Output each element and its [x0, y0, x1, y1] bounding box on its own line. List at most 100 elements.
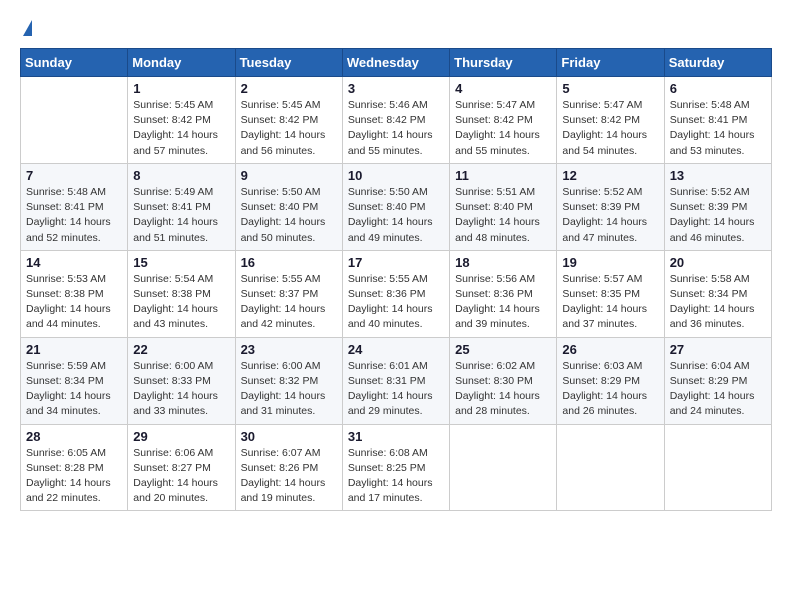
weekday-header-tuesday: Tuesday: [235, 49, 342, 77]
weekday-header-friday: Friday: [557, 49, 664, 77]
day-detail: Sunrise: 5:53 AMSunset: 8:38 PMDaylight:…: [26, 272, 122, 333]
day-detail: Sunrise: 6:00 AMSunset: 8:32 PMDaylight:…: [241, 359, 337, 420]
calendar-cell: 30 Sunrise: 6:07 AMSunset: 8:26 PMDayligh…: [235, 424, 342, 511]
day-detail: Sunrise: 5:48 AMSunset: 8:41 PMDaylight:…: [26, 185, 122, 246]
calendar-cell: 22Sunrise: 6:00 AMSunset: 8:33 PMDayligh…: [128, 337, 235, 424]
day-number: 4: [455, 81, 551, 96]
day-number: 31: [348, 429, 444, 444]
day-number: 8: [133, 168, 229, 183]
calendar-cell: 23 Sunrise: 6:00 AMSunset: 8:32 PMDayligh…: [235, 337, 342, 424]
calendar-cell: 17Sunrise: 5:55 AMSunset: 8:36 PMDayligh…: [342, 250, 449, 337]
calendar-cell: 2 Sunrise: 5:45 AMSunset: 8:42 PMDaylight…: [235, 77, 342, 164]
day-detail: Sunrise: 5:56 AMSunset: 8:36 PMDaylight:…: [455, 272, 551, 333]
day-detail: Sunrise: 6:08 AMSunset: 8:25 PMDaylight:…: [348, 446, 444, 507]
day-detail: Sunrise: 5:47 AMSunset: 8:42 PMDaylight:…: [562, 98, 658, 159]
day-detail: Sunrise: 6:04 AMSunset: 8:29 PMDaylight:…: [670, 359, 766, 420]
day-detail: Sunrise: 6:06 AMSunset: 8:27 PMDaylight:…: [133, 446, 229, 507]
day-number: 3: [348, 81, 444, 96]
calendar-cell: 25 Sunrise: 6:02 AMSunset: 8:30 PMDayligh…: [450, 337, 557, 424]
day-number: 7: [26, 168, 122, 183]
day-detail: Sunrise: 5:55 AMSunset: 8:36 PMDaylight:…: [348, 272, 444, 333]
calendar-cell: 3Sunrise: 5:46 AMSunset: 8:42 PMDaylight…: [342, 77, 449, 164]
day-detail: Sunrise: 6:05 AMSunset: 8:28 PMDaylight:…: [26, 446, 122, 507]
day-number: 5: [562, 81, 658, 96]
day-detail: Sunrise: 5:52 AMSunset: 8:39 PMDaylight:…: [562, 185, 658, 246]
calendar-cell: 28 Sunrise: 6:05 AMSunset: 8:28 PMDayligh…: [21, 424, 128, 511]
calendar-cell: 31 Sunrise: 6:08 AMSunset: 8:25 PMDayligh…: [342, 424, 449, 511]
day-detail: Sunrise: 5:55 AMSunset: 8:37 PMDaylight:…: [241, 272, 337, 333]
day-number: 11: [455, 168, 551, 183]
calendar-cell: 15 Sunrise: 5:54 AMSunset: 8:38 PMDayligh…: [128, 250, 235, 337]
calendar-cell: 8 Sunrise: 5:49 AMSunset: 8:41 PMDaylight…: [128, 163, 235, 250]
day-detail: Sunrise: 5:51 AMSunset: 8:40 PMDaylight:…: [455, 185, 551, 246]
calendar-cell: 26 Sunrise: 6:03 AMSunset: 8:29 PMDayligh…: [557, 337, 664, 424]
calendar-cell: 24 Sunrise: 6:01 AMSunset: 8:31 PMDayligh…: [342, 337, 449, 424]
calendar-cell: 5 Sunrise: 5:47 AMSunset: 8:42 PMDaylight…: [557, 77, 664, 164]
day-detail: Sunrise: 5:57 AMSunset: 8:35 PMDaylight:…: [562, 272, 658, 333]
day-detail: Sunrise: 5:58 AMSunset: 8:34 PMDaylight:…: [670, 272, 766, 333]
calendar-cell: 19Sunrise: 5:57 AMSunset: 8:35 PMDayligh…: [557, 250, 664, 337]
day-detail: Sunrise: 5:48 AMSunset: 8:41 PMDaylight:…: [670, 98, 766, 159]
day-detail: Sunrise: 5:54 AMSunset: 8:38 PMDaylight:…: [133, 272, 229, 333]
day-number: 23: [241, 342, 337, 357]
calendar-header-row: SundayMondayTuesdayWednesdayThursdayFrid…: [21, 49, 772, 77]
calendar-cell: 13 Sunrise: 5:52 AMSunset: 8:39 PMDayligh…: [664, 163, 771, 250]
calendar-cell: 9 Sunrise: 5:50 AMSunset: 8:40 PMDaylight…: [235, 163, 342, 250]
calendar-week-row: 21Sunrise: 5:59 AMSunset: 8:34 PMDayligh…: [21, 337, 772, 424]
calendar-cell: [450, 424, 557, 511]
calendar-table: SundayMondayTuesdayWednesdayThursdayFrid…: [20, 48, 772, 511]
day-number: 29: [133, 429, 229, 444]
header: [20, 20, 772, 38]
day-detail: Sunrise: 6:03 AMSunset: 8:29 PMDaylight:…: [562, 359, 658, 420]
calendar-cell: 21Sunrise: 5:59 AMSunset: 8:34 PMDayligh…: [21, 337, 128, 424]
weekday-header-monday: Monday: [128, 49, 235, 77]
calendar-cell: 10 Sunrise: 5:50 AMSunset: 8:40 PMDayligh…: [342, 163, 449, 250]
day-number: 27: [670, 342, 766, 357]
calendar-cell: 29 Sunrise: 6:06 AMSunset: 8:27 PMDayligh…: [128, 424, 235, 511]
day-number: 21: [26, 342, 122, 357]
calendar-cell: [557, 424, 664, 511]
calendar-cell: [664, 424, 771, 511]
day-number: 26: [562, 342, 658, 357]
weekday-header-saturday: Saturday: [664, 49, 771, 77]
calendar-cell: 16 Sunrise: 5:55 AMSunset: 8:37 PMDayligh…: [235, 250, 342, 337]
calendar-cell: 7 Sunrise: 5:48 AMSunset: 8:41 PMDaylight…: [21, 163, 128, 250]
calendar-cell: 12Sunrise: 5:52 AMSunset: 8:39 PMDayligh…: [557, 163, 664, 250]
day-detail: Sunrise: 6:02 AMSunset: 8:30 PMDaylight:…: [455, 359, 551, 420]
day-number: 20: [670, 255, 766, 270]
calendar-cell: 1Sunrise: 5:45 AMSunset: 8:42 PMDaylight…: [128, 77, 235, 164]
day-number: 2: [241, 81, 337, 96]
logo: [20, 20, 32, 38]
day-number: 9: [241, 168, 337, 183]
calendar-cell: 6 Sunrise: 5:48 AMSunset: 8:41 PMDaylight…: [664, 77, 771, 164]
calendar-cell: 4 Sunrise: 5:47 AMSunset: 8:42 PMDaylight…: [450, 77, 557, 164]
day-detail: Sunrise: 5:50 AMSunset: 8:40 PMDaylight:…: [348, 185, 444, 246]
day-number: 16: [241, 255, 337, 270]
day-detail: Sunrise: 5:50 AMSunset: 8:40 PMDaylight:…: [241, 185, 337, 246]
day-number: 24: [348, 342, 444, 357]
calendar-cell: 20 Sunrise: 5:58 AMSunset: 8:34 PMDayligh…: [664, 250, 771, 337]
day-number: 13: [670, 168, 766, 183]
day-detail: Sunrise: 5:47 AMSunset: 8:42 PMDaylight:…: [455, 98, 551, 159]
day-detail: Sunrise: 5:49 AMSunset: 8:41 PMDaylight:…: [133, 185, 229, 246]
weekday-header-wednesday: Wednesday: [342, 49, 449, 77]
calendar-week-row: 7 Sunrise: 5:48 AMSunset: 8:41 PMDaylight…: [21, 163, 772, 250]
day-number: 18: [455, 255, 551, 270]
calendar-cell: [21, 77, 128, 164]
day-number: 30: [241, 429, 337, 444]
day-number: 14: [26, 255, 122, 270]
day-number: 28: [26, 429, 122, 444]
calendar-week-row: 14 Sunrise: 5:53 AMSunset: 8:38 PMDayligh…: [21, 250, 772, 337]
day-detail: Sunrise: 5:52 AMSunset: 8:39 PMDaylight:…: [670, 185, 766, 246]
day-number: 6: [670, 81, 766, 96]
day-number: 22: [133, 342, 229, 357]
day-number: 10: [348, 168, 444, 183]
day-detail: Sunrise: 6:07 AMSunset: 8:26 PMDaylight:…: [241, 446, 337, 507]
day-number: 1: [133, 81, 229, 96]
day-detail: Sunrise: 6:01 AMSunset: 8:31 PMDaylight:…: [348, 359, 444, 420]
day-detail: Sunrise: 5:45 AMSunset: 8:42 PMDaylight:…: [241, 98, 337, 159]
calendar-cell: 14 Sunrise: 5:53 AMSunset: 8:38 PMDayligh…: [21, 250, 128, 337]
day-number: 15: [133, 255, 229, 270]
weekday-header-thursday: Thursday: [450, 49, 557, 77]
day-number: 25: [455, 342, 551, 357]
